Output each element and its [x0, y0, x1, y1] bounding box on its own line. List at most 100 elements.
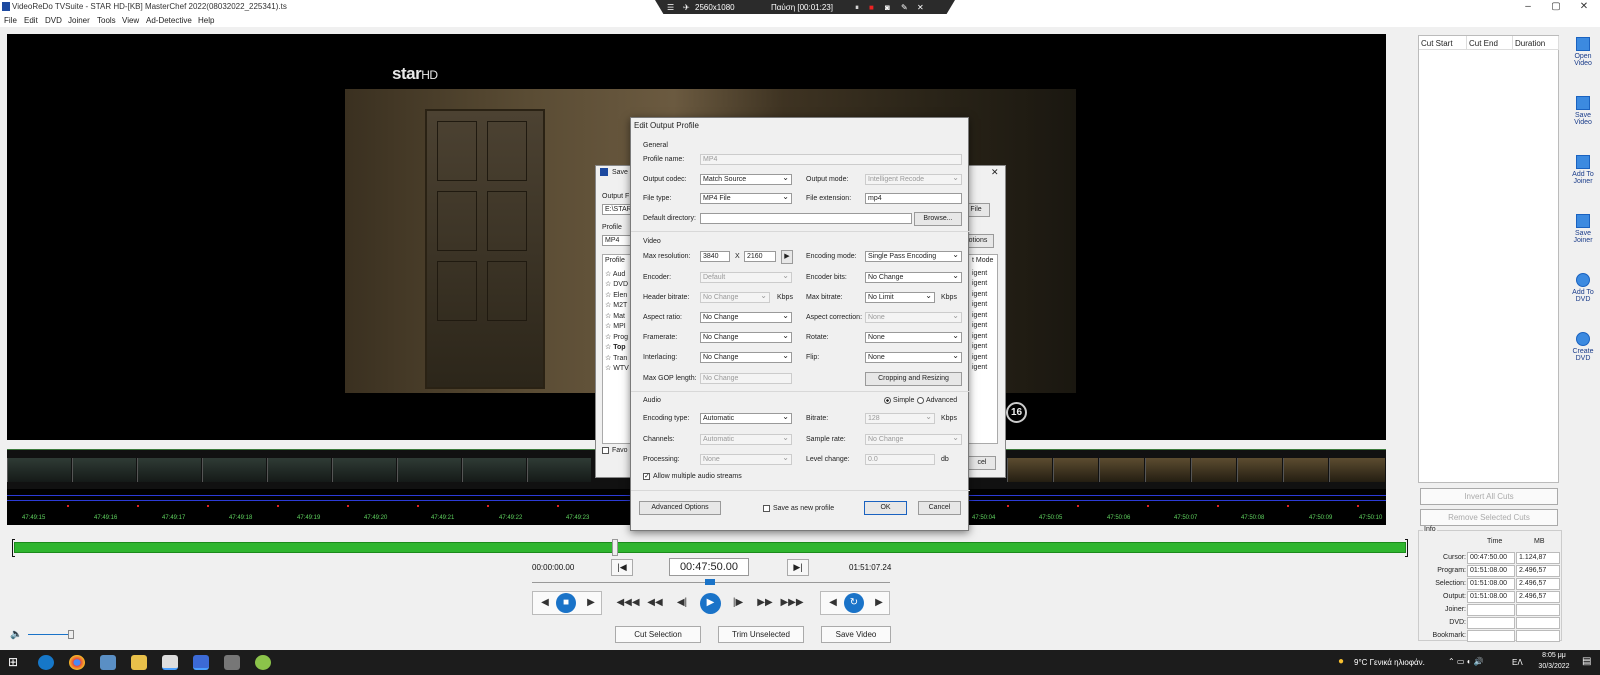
simple-radio[interactable] — [884, 397, 891, 404]
create-dvd-button[interactable]: Create DVD — [1563, 332, 1600, 382]
save-dialog-close-icon[interactable]: ✕ — [991, 167, 999, 178]
rewind-button[interactable]: ◀◀ — [643, 593, 667, 613]
header-bitrate-select[interactable]: No Change — [700, 292, 770, 303]
framerate-select[interactable]: No Change — [700, 332, 792, 343]
encoder-bits-select[interactable]: No Change — [865, 272, 962, 283]
next-scene-icon[interactable]: ▶ — [867, 593, 891, 613]
clock-date[interactable]: 30/3/2022 — [1532, 663, 1576, 670]
volume-track[interactable] — [28, 634, 72, 635]
tray-icons[interactable]: ⌃ ▭ ◐ 🔊 — [1448, 657, 1484, 666]
multiple-audio-checkbox[interactable]: ✓ — [643, 473, 650, 480]
weather-text[interactable]: 9°C Γενικά ηλιοφάν. — [1354, 658, 1425, 667]
cut-selection-button[interactable]: Cut Selection — [615, 626, 701, 643]
go-to-start-button[interactable]: |◀ — [611, 559, 633, 576]
program-timeline[interactable] — [12, 539, 1408, 557]
weather-icon[interactable]: ● — [1338, 656, 1344, 667]
aspect-ratio-select[interactable]: No Change — [700, 312, 792, 323]
profile-field[interactable]: MP4 — [602, 235, 632, 246]
browse-button[interactable]: Browse... — [914, 212, 962, 226]
menu-view[interactable]: View — [122, 16, 139, 25]
go-to-end-button[interactable]: ▶| — [787, 559, 809, 576]
vrd-active-icon[interactable] — [193, 655, 209, 670]
aspect-correction-select[interactable]: None — [865, 312, 962, 323]
default-directory-field[interactable] — [700, 213, 912, 224]
notification-icon[interactable]: ▤ — [1582, 656, 1591, 667]
col-cut-end[interactable]: Cut End — [1467, 36, 1513, 50]
invert-all-cuts-button[interactable]: Invert All Cuts — [1420, 488, 1558, 505]
sample-rate-select[interactable]: No Change — [865, 434, 962, 445]
app-icon[interactable] — [100, 655, 116, 670]
start-icon[interactable]: ⊞ — [8, 655, 24, 670]
profile-list-item[interactable]: ☆ MPI — [605, 322, 626, 330]
prev-small-icon[interactable]: ◀ — [533, 593, 557, 613]
menu-icon[interactable]: ☰ — [667, 3, 674, 12]
encoder-select[interactable]: Default — [700, 272, 792, 283]
cancel-button[interactable]: Cancel — [918, 501, 961, 515]
save-joiner-button[interactable]: Save Joiner — [1563, 214, 1600, 264]
mode-list[interactable]: t Mode igent igent igent igent igent ige… — [968, 254, 998, 444]
stop-button[interactable]: ■ — [556, 593, 576, 613]
menu-edit[interactable]: Edit — [24, 16, 38, 25]
max-gop-field[interactable]: No Change — [700, 373, 792, 384]
trim-unselected-button[interactable]: Trim Unselected — [718, 626, 804, 643]
forward-button[interactable]: ▶▶ — [753, 593, 777, 613]
save-video-side-button[interactable]: Save Video — [1563, 96, 1600, 146]
menu-file[interactable]: File — [4, 16, 17, 25]
max-res-height-field[interactable]: 2160 — [744, 251, 776, 262]
file-explorer-icon[interactable] — [131, 655, 147, 670]
profile-list-item[interactable]: ☆ DVD — [605, 280, 628, 288]
cursor-timecode[interactable]: 00:47:50.00 — [669, 558, 749, 576]
speaker-icon[interactable]: 🔈 — [10, 629, 22, 640]
advanced-radio[interactable] — [917, 397, 924, 404]
advanced-options-button[interactable]: Advanced Options — [639, 501, 721, 515]
remove-selected-cuts-button[interactable]: Remove Selected Cuts — [1420, 509, 1558, 526]
loop-button[interactable]: ↻ — [844, 593, 864, 613]
max-bitrate-select[interactable]: No Limit — [865, 292, 935, 303]
menu-help[interactable]: Help — [198, 16, 214, 25]
close-button[interactable]: ✕ — [1570, 0, 1598, 14]
step-forward-button[interactable]: |▶ — [726, 593, 750, 613]
profile-list-item[interactable]: ☆ Aud — [605, 270, 625, 278]
edge-icon[interactable] — [38, 655, 54, 670]
green-app-icon[interactable] — [255, 655, 271, 670]
jog-thumb[interactable] — [705, 579, 715, 585]
timeline-cursor[interactable] — [612, 539, 618, 556]
pause-icon[interactable]: ⏸ — [855, 3, 859, 13]
pin-icon[interactable]: ✈ — [683, 3, 690, 12]
max-res-width-field[interactable]: 3840 — [700, 251, 730, 262]
profile-name-field[interactable]: MP4 — [700, 154, 962, 165]
file-type-select[interactable]: MP4 File — [700, 193, 792, 204]
menu-dvd[interactable]: DVD — [45, 16, 62, 25]
menu-ad-detective[interactable]: Ad-Detective — [146, 16, 192, 25]
flip-select[interactable]: None — [865, 352, 962, 363]
output-mode-select[interactable]: Intelligent Recode — [865, 174, 962, 185]
encoding-mode-select[interactable]: Single Pass Encoding — [865, 251, 962, 262]
favorites-checkbox[interactable] — [602, 447, 609, 454]
rewind-fast-button[interactable]: ◀◀◀ — [616, 593, 640, 613]
profile-list-item[interactable]: ☆ Prog — [605, 333, 628, 341]
prev-scene-icon[interactable]: ◀ — [821, 593, 845, 613]
profile-list-item[interactable]: ☆ Elen — [605, 291, 627, 299]
file-extension-field[interactable]: mp4 — [865, 193, 962, 204]
media-icon[interactable] — [224, 655, 240, 670]
profile-list-item[interactable]: ☆ WTV — [605, 364, 629, 372]
save-new-profile-checkbox[interactable] — [763, 505, 770, 512]
col-duration[interactable]: Duration — [1513, 36, 1559, 50]
clock-time[interactable]: 8:05 μμ — [1532, 652, 1576, 659]
play-button[interactable]: ▶ — [700, 593, 721, 614]
col-cut-start[interactable]: Cut Start — [1419, 36, 1467, 50]
profile-list-item[interactable]: ☆ Mat — [605, 312, 625, 320]
stop-icon[interactable]: ■ — [869, 3, 874, 12]
save-dialog-cancel-button[interactable]: cel — [968, 456, 996, 470]
add-to-dvd-button[interactable]: Add To DVD — [1563, 273, 1600, 323]
profile-list-item[interactable]: ☆ M2T — [605, 301, 627, 309]
profile-list-item[interactable]: ☆ Top — [605, 343, 626, 351]
channels-select[interactable]: Automatic — [700, 434, 792, 445]
rotate-select[interactable]: None — [865, 332, 962, 343]
add-to-joiner-button[interactable]: Add To Joiner — [1563, 155, 1600, 205]
interlacing-select[interactable]: No Change — [700, 352, 792, 363]
videoredo-icon[interactable] — [162, 655, 178, 670]
audio-encoding-select[interactable]: Automatic — [700, 413, 792, 424]
res-preset-button[interactable]: ▶ — [781, 250, 793, 264]
minimize-button[interactable]: – — [1514, 0, 1542, 14]
